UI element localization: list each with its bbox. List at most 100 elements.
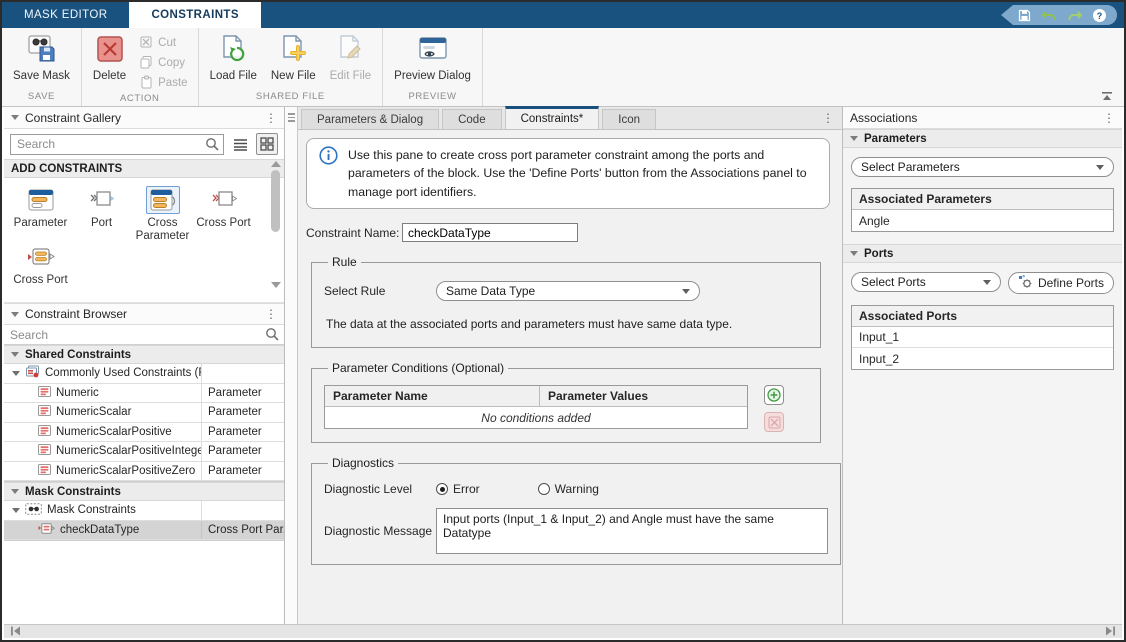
tree-row-commonly-used[interactable]: Commonly Used Constraints (R... — [4, 364, 284, 384]
error-radio[interactable]: Error — [436, 482, 480, 496]
gallery-item-cross-port[interactable]: Cross Port — [193, 186, 254, 243]
tree-row-numericscalar[interactable]: NumericScalar Parameter — [4, 403, 284, 423]
gallery-item-cross-port-parameter[interactable]: Cross Port — [10, 243, 71, 287]
paste-button[interactable]: Paste — [135, 73, 191, 93]
preview-dialog-button[interactable]: Preview Dialog — [387, 31, 478, 85]
ribbon-group-action: Delete Cut Copy — [82, 28, 199, 106]
scroll-up-icon[interactable] — [271, 161, 281, 167]
constraints-pane: Use this pane to create cross port param… — [298, 130, 842, 624]
editor-tabbar: Parameters & Dialog Code Constraints* Ic… — [298, 107, 842, 130]
ports-section-label: Ports — [864, 248, 893, 260]
conditions-table: Parameter Name Parameter Values No condi… — [324, 385, 748, 429]
shared-constraints-header[interactable]: Shared Constraints — [4, 345, 284, 364]
tree-row-type: Cross Port Par... — [201, 521, 284, 540]
associated-port-row[interactable]: Input_2 — [852, 348, 1113, 369]
tab-code[interactable]: Code — [442, 109, 502, 129]
tab-parameters-dialog[interactable]: Parameters & Dialog — [301, 109, 439, 129]
tree-row-checkdatatype[interactable]: checkDataType Cross Port Par... — [4, 521, 284, 541]
redo-icon[interactable] — [1067, 8, 1082, 23]
gallery-item-cross-parameter[interactable]: Cross Parameter — [132, 186, 193, 243]
tree-row-type: Parameter — [201, 384, 284, 403]
browser-menu-icon[interactable]: ⋮ — [265, 308, 277, 320]
tree-row-numericscalarpositiveinteger[interactable]: NumericScalarPositiveInteger Parameter — [4, 442, 284, 462]
collapse-gallery-icon[interactable] — [11, 115, 19, 120]
clipboard-buttons: Cut Copy Paste — [133, 31, 193, 93]
ribbon-group-save: Save Mask SAVE — [2, 28, 82, 106]
parameters-section-header[interactable]: Parameters — [843, 129, 1122, 148]
constraint-name-row: Constraint Name: — [306, 223, 830, 242]
gallery-item-parameter[interactable]: Parameter — [10, 186, 71, 243]
twisty-icon[interactable] — [12, 371, 20, 376]
tree-row-numericscalarpositivezero[interactable]: NumericScalarPositiveZero Parameter — [4, 462, 284, 482]
collapse-browser-icon[interactable] — [11, 312, 19, 317]
tab-mask-editor[interactable]: MASK EDITOR — [2, 2, 129, 28]
gallery-scroll-area: ADD CONSTRAINTS Parameter Port — [4, 159, 284, 290]
ports-section-header[interactable]: Ports — [843, 244, 1122, 263]
gallery-scrollbar[interactable] — [269, 161, 282, 288]
diagnostic-level-label: Diagnostic Level — [324, 482, 436, 496]
edit-file-button[interactable]: Edit File — [323, 31, 379, 85]
chevron-down-icon — [983, 280, 991, 285]
delete-condition-button[interactable] — [764, 412, 784, 432]
diagnostic-message-input[interactable]: Input ports (Input_1 & Input_2) and Angl… — [436, 508, 828, 554]
undo-icon[interactable] — [1042, 8, 1057, 23]
constraint-icon — [38, 464, 51, 478]
minimize-ribbon-icon[interactable] — [1100, 91, 1116, 103]
scrollbar-thumb[interactable] — [271, 170, 280, 232]
save-icon[interactable] — [1017, 8, 1032, 23]
editor-panel: Parameters & Dialog Code Constraints* Ic… — [298, 107, 842, 624]
tree-row-numericscalarpositive[interactable]: NumericScalarPositive Parameter — [4, 423, 284, 443]
save-mask-button[interactable]: Save Mask — [6, 31, 77, 85]
associated-parameter-row[interactable]: Angle — [852, 210, 1113, 231]
define-ports-button[interactable]: Define Ports — [1008, 272, 1114, 294]
constraint-name-input[interactable] — [402, 223, 578, 242]
mask-constraints-header[interactable]: Mask Constraints — [4, 482, 284, 501]
paste-label: Paste — [158, 77, 187, 89]
editor-tabbar-menu-icon[interactable]: ⋮ — [822, 111, 834, 125]
group-label-save: SAVE — [2, 91, 81, 106]
gallery-item-port[interactable]: Port — [71, 186, 132, 243]
tree-row-mask-constraints-root[interactable]: Mask Constraints — [4, 501, 284, 521]
associated-port-row[interactable]: Input_1 — [852, 327, 1113, 348]
tree-row-label: NumericScalarPositive — [56, 426, 172, 438]
help-icon[interactable]: ? — [1092, 8, 1107, 23]
scroll-down-icon[interactable] — [271, 282, 281, 288]
collapse-mask-icon[interactable] — [11, 489, 19, 494]
grid-view-icon[interactable] — [256, 133, 278, 155]
tab-constraints-pane[interactable]: Constraints* — [505, 106, 600, 129]
collapse-left-icon[interactable] — [10, 625, 21, 639]
select-ports-dropdown[interactable]: Select Ports — [851, 272, 1001, 292]
copy-button[interactable]: Copy — [135, 53, 191, 73]
add-condition-button[interactable] — [764, 385, 784, 405]
splitter-grip-icon[interactable] — [288, 113, 295, 124]
tree-row-label: checkDataType — [60, 524, 139, 536]
associations-menu-icon[interactable]: ⋮ — [1103, 112, 1115, 124]
tab-icon[interactable]: Icon — [602, 109, 656, 129]
panel-splitter[interactable] — [285, 107, 298, 624]
gallery-menu-icon[interactable]: ⋮ — [265, 112, 277, 124]
tree-row-numeric[interactable]: Numeric Parameter — [4, 384, 284, 404]
collapse-parameters-icon[interactable] — [850, 136, 858, 141]
collapse-right-icon[interactable] — [1105, 625, 1116, 639]
rule-select-dropdown[interactable]: Same Data Type — [436, 281, 700, 301]
browser-search-input[interactable] — [4, 325, 284, 344]
tab-constraints[interactable]: CONSTRAINTS — [129, 2, 260, 28]
edit-file-icon — [335, 34, 365, 67]
select-parameters-dropdown[interactable]: Select Parameters — [851, 157, 1114, 177]
gallery-search-input[interactable] — [10, 134, 224, 155]
cut-button[interactable]: Cut — [135, 33, 191, 53]
collapse-shared-icon[interactable] — [11, 352, 19, 357]
delete-button[interactable]: Delete — [86, 31, 133, 85]
preview-dialog-icon — [417, 34, 449, 67]
twisty-icon[interactable] — [12, 508, 20, 513]
list-view-icon[interactable] — [229, 133, 251, 155]
ports-section-body: Select Ports Define Ports Associated Por… — [843, 263, 1122, 382]
tree-row-type: Parameter — [201, 423, 284, 442]
toolstrip-tabbar: MASK EDITOR CONSTRAINTS ? — [2, 2, 1124, 28]
collapse-ports-icon[interactable] — [850, 251, 858, 256]
warning-radio[interactable]: Warning — [538, 482, 599, 496]
new-file-button[interactable]: New File — [264, 31, 323, 85]
conditions-buttons — [764, 385, 784, 432]
tree-row-type — [201, 501, 284, 520]
load-file-button[interactable]: Load File — [203, 31, 264, 85]
